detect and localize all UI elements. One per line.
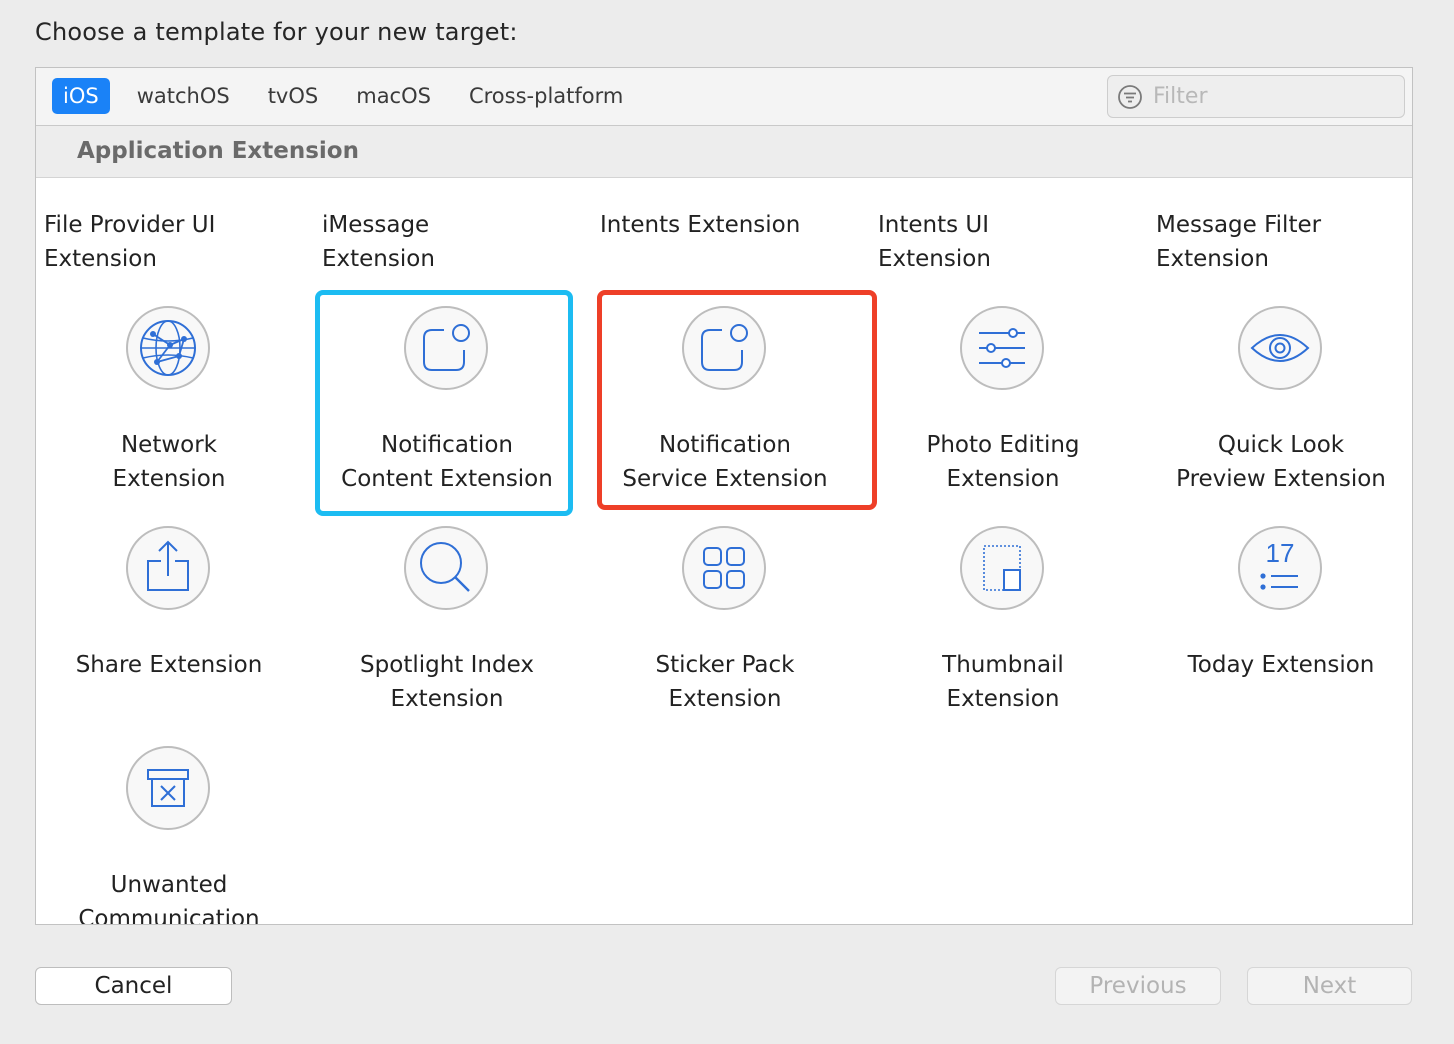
- template-network-extension[interactable]: Network Extension: [40, 298, 298, 518]
- section-header: Application Extension: [36, 126, 1412, 178]
- sticker-grid-icon: [682, 526, 766, 610]
- next-button[interactable]: Next: [1247, 967, 1412, 1005]
- template-label-line: Spotlight Index: [360, 652, 534, 678]
- platform-toolbar: iOS watchOS tvOS macOS Cross-platform: [36, 68, 1412, 126]
- template-sticker-pack-extension[interactable]: Sticker Pack Extension: [596, 518, 854, 738]
- blue-highlight-box: [315, 290, 573, 516]
- dialog-prompt: Choose a template for your new target:: [35, 18, 518, 46]
- template-label-line: Preview Extension: [1176, 466, 1386, 492]
- template-label-line: Message Filter: [1156, 212, 1322, 238]
- template-label-message-filter-extension[interactable]: Message Filter Extension: [1156, 208, 1406, 276]
- template-label-imessage-extension[interactable]: iMessage Extension: [322, 208, 572, 276]
- template-label: Unwanted Communication: [44, 868, 294, 924]
- template-label-line: Intents Extension: [600, 212, 801, 238]
- template-label-line: Extension: [668, 686, 782, 712]
- template-label-line: Network: [120, 432, 218, 458]
- eye-icon: [1238, 306, 1322, 390]
- template-label: Share Extension: [44, 648, 294, 682]
- filter-input[interactable]: [1151, 83, 1395, 110]
- template-label-line: Extension: [112, 466, 226, 492]
- template-label: Quick Look Preview Extension: [1156, 428, 1406, 496]
- template-quick-look-preview-extension[interactable]: Quick Look Preview Extension: [1152, 298, 1410, 518]
- template-label-line: iMessage: [322, 212, 430, 238]
- tab-macos[interactable]: macOS: [345, 78, 442, 114]
- template-label-line: Extension: [1156, 246, 1269, 272]
- previous-button[interactable]: Previous: [1055, 967, 1221, 1005]
- template-label-line: File Provider UI: [44, 212, 216, 238]
- template-today-extension[interactable]: 17 Today Extension: [1152, 518, 1410, 738]
- template-photo-editing-extension[interactable]: Photo Editing Extension: [874, 298, 1132, 518]
- template-label-line: Extension: [946, 466, 1060, 492]
- template-label-line: Extension: [322, 246, 435, 272]
- template-label-intents-ui-extension[interactable]: Intents UI Extension: [878, 208, 1128, 276]
- calendar-list-icon: 17: [1238, 526, 1322, 610]
- template-label-line: Extension: [390, 686, 504, 712]
- template-label-line: Extension: [946, 686, 1060, 712]
- cancel-button[interactable]: Cancel: [35, 967, 232, 1005]
- template-unwanted-communication[interactable]: Unwanted Communication: [40, 738, 298, 924]
- share-icon: [126, 526, 210, 610]
- tab-tvos[interactable]: tvOS: [257, 78, 330, 114]
- calendar-day-number: 17: [1265, 538, 1295, 568]
- template-label: Spotlight Index Extension: [322, 648, 572, 716]
- template-label-line: Unwanted: [110, 872, 228, 898]
- template-share-extension[interactable]: Share Extension: [40, 518, 298, 738]
- template-label-line: Extension: [44, 246, 157, 272]
- thumbnail-icon: [960, 526, 1044, 610]
- template-label-file-provider-ui-extension[interactable]: File Provider UI Extension: [44, 208, 294, 276]
- section-title: Application Extension: [77, 138, 359, 164]
- template-label: Thumbnail Extension: [878, 648, 1128, 716]
- tab-watchos[interactable]: watchOS: [126, 78, 241, 114]
- filter-field[interactable]: [1107, 75, 1405, 118]
- template-label-line: Extension: [878, 246, 991, 272]
- network-globe-icon: [126, 306, 210, 390]
- template-label: Photo Editing Extension: [878, 428, 1128, 496]
- magnifier-icon: [404, 526, 488, 610]
- template-thumbnail-extension[interactable]: Thumbnail Extension: [874, 518, 1132, 738]
- filter-icon: [1118, 84, 1142, 109]
- template-label-line: Sticker Pack: [655, 652, 795, 678]
- template-chooser: iOS watchOS tvOS macOS Cross-platform Applic…: [35, 67, 1413, 925]
- template-label: Today Extension: [1156, 648, 1406, 682]
- template-spotlight-index-extension[interactable]: Spotlight Index Extension: [318, 518, 576, 738]
- template-label-line: Communication: [78, 906, 260, 924]
- tab-cross-platform[interactable]: Cross-platform: [458, 78, 634, 114]
- template-label-line: Photo Editing: [926, 432, 1080, 458]
- red-highlight-box: [597, 290, 877, 510]
- sliders-icon: [960, 306, 1044, 390]
- template-label-line: Thumbnail: [942, 652, 1064, 678]
- template-label-intents-extension[interactable]: Intents Extension: [600, 208, 850, 242]
- template-label: Network Extension: [44, 428, 294, 496]
- junk-box-icon: [126, 746, 210, 830]
- template-label-line: Today Extension: [1187, 652, 1375, 678]
- tab-ios[interactable]: iOS: [52, 78, 110, 114]
- template-label-line: Quick Look: [1217, 432, 1345, 458]
- template-label-line: Share Extension: [75, 652, 263, 678]
- template-label-line: Intents UI: [878, 212, 990, 238]
- template-label: Sticker Pack Extension: [600, 648, 850, 716]
- template-grid: File Provider UI Extension iMessage Extensi…: [36, 178, 1412, 924]
- platform-tabs: iOS watchOS tvOS macOS Cross-platform: [52, 78, 650, 114]
